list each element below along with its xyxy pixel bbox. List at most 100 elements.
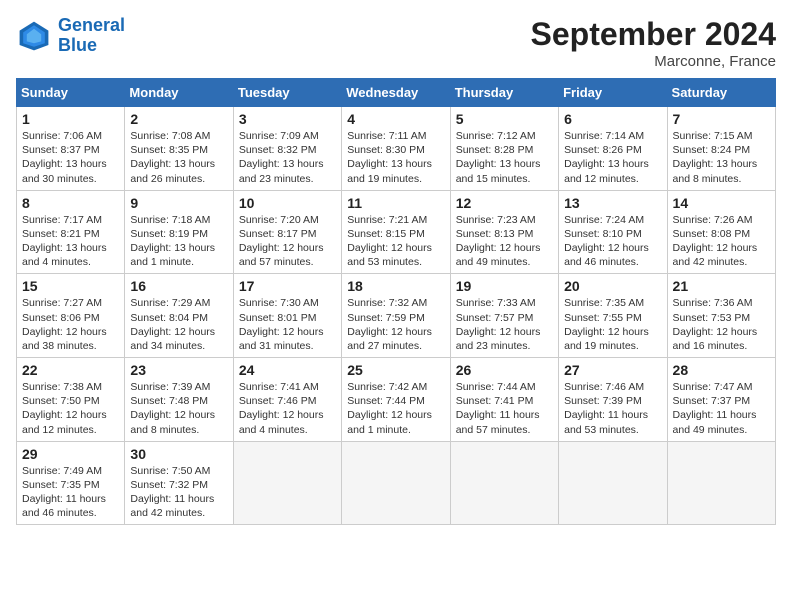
day-info: Sunrise: 7:30 AM Sunset: 8:01 PM Dayligh… [239, 296, 336, 353]
calendar-week-row: 29 Sunrise: 7:49 AM Sunset: 7:35 PM Dayli… [17, 441, 776, 525]
logo-line2: Blue [58, 35, 97, 55]
day-number: 23 [130, 362, 227, 378]
calendar-body: 1Sunrise: 7:06 AM Sunset: 8:37 PM Daylig… [17, 107, 776, 525]
calendar-day-cell: 3Sunrise: 7:09 AM Sunset: 8:32 PM Daylig… [233, 107, 341, 191]
calendar-day-cell: 6 Sunrise: 7:14 AM Sunset: 8:26 PM Daylig… [559, 107, 667, 191]
calendar-table: SundayMondayTuesdayWednesdayThursdayFrid… [16, 78, 776, 525]
day-number: 6 [564, 111, 661, 127]
calendar-day-cell: 20 Sunrise: 7:35 AM Sunset: 7:55 PM Dayli… [559, 274, 667, 358]
calendar-week-row: 15 Sunrise: 7:27 AM Sunset: 8:06 PM Dayli… [17, 274, 776, 358]
calendar-week-row: 1Sunrise: 7:06 AM Sunset: 8:37 PM Daylig… [17, 107, 776, 191]
day-number: 4 [347, 111, 444, 127]
calendar-day-cell: 17 Sunrise: 7:30 AM Sunset: 8:01 PM Dayli… [233, 274, 341, 358]
day-info: Sunrise: 7:21 AM Sunset: 8:15 PM Dayligh… [347, 213, 444, 270]
day-info: Sunrise: 7:27 AM Sunset: 8:06 PM Dayligh… [22, 296, 119, 353]
page-header: General Blue September 2024 Marconne, Fr… [16, 16, 776, 70]
day-number: 12 [456, 195, 553, 211]
day-number: 3 [239, 111, 336, 127]
day-number: 20 [564, 278, 661, 294]
calendar-day-cell: 30Sunrise: 7:50 AM Sunset: 7:32 PM Dayli… [125, 441, 233, 525]
day-number: 18 [347, 278, 444, 294]
day-info: Sunrise: 7:11 AM Sunset: 8:30 PM Dayligh… [347, 129, 444, 186]
calendar-week-row: 22 Sunrise: 7:38 AM Sunset: 7:50 PM Dayli… [17, 358, 776, 442]
calendar-day-cell: 2 Sunrise: 7:08 AM Sunset: 8:35 PM Daylig… [125, 107, 233, 191]
day-number: 30 [130, 446, 227, 462]
day-number: 8 [22, 195, 119, 211]
calendar-day-header: Friday [559, 79, 667, 107]
calendar-day-cell: 18Sunrise: 7:32 AM Sunset: 7:59 PM Dayli… [342, 274, 450, 358]
day-info: Sunrise: 7:24 AM Sunset: 8:10 PM Dayligh… [564, 213, 661, 270]
calendar-week-row: 8 Sunrise: 7:17 AM Sunset: 8:21 PM Daylig… [17, 190, 776, 274]
calendar-day-cell: 9Sunrise: 7:18 AM Sunset: 8:19 PM Daylig… [125, 190, 233, 274]
logo: General Blue [16, 16, 125, 56]
day-info: Sunrise: 7:42 AM Sunset: 7:44 PM Dayligh… [347, 380, 444, 437]
day-number: 24 [239, 362, 336, 378]
calendar-day-cell: 23 Sunrise: 7:39 AM Sunset: 7:48 PM Dayli… [125, 358, 233, 442]
day-number: 7 [673, 111, 770, 127]
title-block: September 2024 Marconne, France [531, 16, 776, 70]
calendar-day-cell: 12 Sunrise: 7:23 AM Sunset: 8:13 PM Dayli… [450, 190, 558, 274]
calendar-day-cell: 21Sunrise: 7:36 AM Sunset: 7:53 PM Dayli… [667, 274, 775, 358]
calendar-day-header: Wednesday [342, 79, 450, 107]
day-info: Sunrise: 7:17 AM Sunset: 8:21 PM Dayligh… [22, 213, 119, 270]
day-number: 19 [456, 278, 553, 294]
calendar-day-cell: 28Sunrise: 7:47 AM Sunset: 7:37 PM Dayli… [667, 358, 775, 442]
calendar-day-cell: 10Sunrise: 7:20 AM Sunset: 8:17 PM Dayli… [233, 190, 341, 274]
day-info: Sunrise: 7:49 AM Sunset: 7:35 PM Dayligh… [22, 464, 119, 521]
day-info: Sunrise: 7:33 AM Sunset: 7:57 PM Dayligh… [456, 296, 553, 353]
calendar-header-row: SundayMondayTuesdayWednesdayThursdayFrid… [17, 79, 776, 107]
calendar-day-cell [233, 441, 341, 525]
calendar-day-cell: 19 Sunrise: 7:33 AM Sunset: 7:57 PM Dayli… [450, 274, 558, 358]
day-info: Sunrise: 7:14 AM Sunset: 8:26 PM Dayligh… [564, 129, 661, 186]
calendar-day-cell: 15 Sunrise: 7:27 AM Sunset: 8:06 PM Dayli… [17, 274, 125, 358]
day-number: 10 [239, 195, 336, 211]
calendar-day-header: Thursday [450, 79, 558, 107]
calendar-day-cell: 11 Sunrise: 7:21 AM Sunset: 8:15 PM Dayli… [342, 190, 450, 274]
day-info: Sunrise: 7:47 AM Sunset: 7:37 PM Dayligh… [673, 380, 770, 437]
day-number: 14 [673, 195, 770, 211]
day-number: 1 [22, 111, 119, 127]
day-info: Sunrise: 7:46 AM Sunset: 7:39 PM Dayligh… [564, 380, 661, 437]
month-title: September 2024 [531, 16, 776, 53]
calendar-day-cell: 8 Sunrise: 7:17 AM Sunset: 8:21 PM Daylig… [17, 190, 125, 274]
day-number: 25 [347, 362, 444, 378]
calendar-day-cell: 14 Sunrise: 7:26 AM Sunset: 8:08 PM Dayli… [667, 190, 775, 274]
calendar-day-cell: 4 Sunrise: 7:11 AM Sunset: 8:30 PM Daylig… [342, 107, 450, 191]
day-number: 26 [456, 362, 553, 378]
calendar-day-header: Sunday [17, 79, 125, 107]
day-number: 27 [564, 362, 661, 378]
day-info: Sunrise: 7:41 AM Sunset: 7:46 PM Dayligh… [239, 380, 336, 437]
logo-icon [16, 18, 52, 54]
logo-text: General Blue [58, 16, 125, 56]
day-number: 22 [22, 362, 119, 378]
calendar-day-cell [559, 441, 667, 525]
day-info: Sunrise: 7:35 AM Sunset: 7:55 PM Dayligh… [564, 296, 661, 353]
calendar-day-cell [450, 441, 558, 525]
calendar-day-header: Tuesday [233, 79, 341, 107]
day-number: 29 [22, 446, 119, 462]
day-number: 15 [22, 278, 119, 294]
day-info: Sunrise: 7:08 AM Sunset: 8:35 PM Dayligh… [130, 129, 227, 186]
day-info: Sunrise: 7:36 AM Sunset: 7:53 PM Dayligh… [673, 296, 770, 353]
day-info: Sunrise: 7:26 AM Sunset: 8:08 PM Dayligh… [673, 213, 770, 270]
day-number: 11 [347, 195, 444, 211]
day-info: Sunrise: 7:44 AM Sunset: 7:41 PM Dayligh… [456, 380, 553, 437]
day-info: Sunrise: 7:39 AM Sunset: 7:48 PM Dayligh… [130, 380, 227, 437]
logo-line1: General [58, 15, 125, 35]
calendar-day-cell: 22 Sunrise: 7:38 AM Sunset: 7:50 PM Dayli… [17, 358, 125, 442]
day-info: Sunrise: 7:18 AM Sunset: 8:19 PM Dayligh… [130, 213, 227, 270]
calendar-day-cell: 29 Sunrise: 7:49 AM Sunset: 7:35 PM Dayli… [17, 441, 125, 525]
day-info: Sunrise: 7:38 AM Sunset: 7:50 PM Dayligh… [22, 380, 119, 437]
day-number: 17 [239, 278, 336, 294]
calendar-day-cell: 7Sunrise: 7:15 AM Sunset: 8:24 PM Daylig… [667, 107, 775, 191]
day-info: Sunrise: 7:23 AM Sunset: 8:13 PM Dayligh… [456, 213, 553, 270]
calendar-day-cell: 26 Sunrise: 7:44 AM Sunset: 7:41 PM Dayli… [450, 358, 558, 442]
calendar-day-cell: 1Sunrise: 7:06 AM Sunset: 8:37 PM Daylig… [17, 107, 125, 191]
day-number: 2 [130, 111, 227, 127]
day-number: 13 [564, 195, 661, 211]
calendar-day-cell: 25 Sunrise: 7:42 AM Sunset: 7:44 PM Dayli… [342, 358, 450, 442]
day-info: Sunrise: 7:12 AM Sunset: 8:28 PM Dayligh… [456, 129, 553, 186]
calendar-day-cell: 27 Sunrise: 7:46 AM Sunset: 7:39 PM Dayli… [559, 358, 667, 442]
calendar-day-cell: 16Sunrise: 7:29 AM Sunset: 8:04 PM Dayli… [125, 274, 233, 358]
calendar-day-cell: 5Sunrise: 7:12 AM Sunset: 8:28 PM Daylig… [450, 107, 558, 191]
